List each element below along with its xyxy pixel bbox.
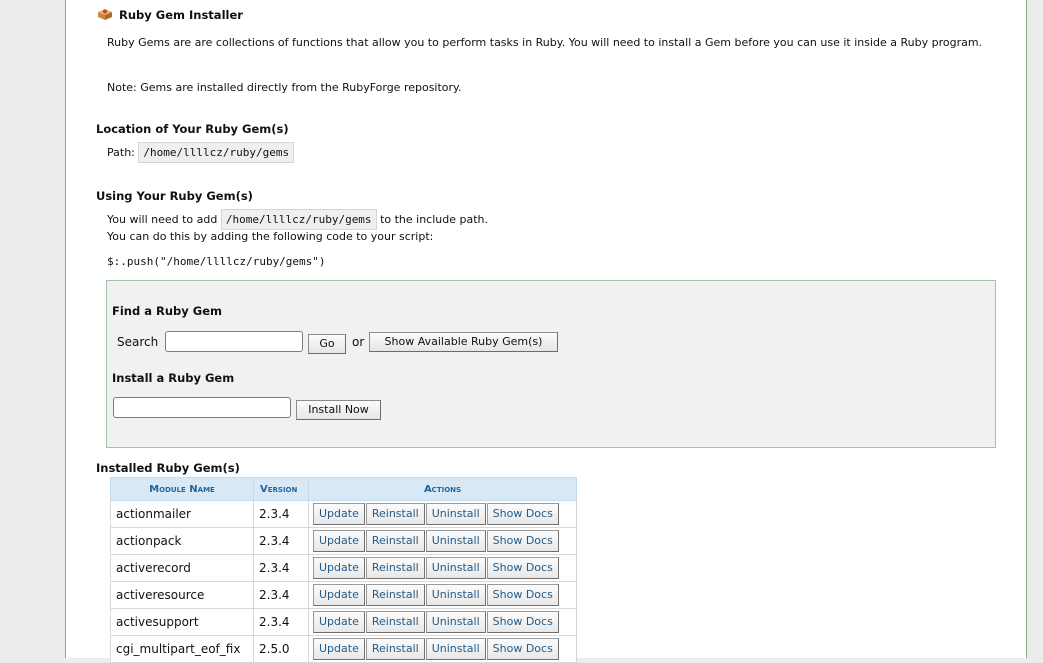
show-docs-button[interactable]: Show Docs <box>486 638 559 660</box>
gem-actions: Update Reinstall Uninstall Show Docs <box>308 527 577 555</box>
table-row: cgi_multipart_eof_fix 2.5.0 Update Reinstal… <box>110 635 577 663</box>
table-row: actionpack 2.3.4 Update Reinstall Uninstall S… <box>110 527 577 555</box>
table-row: actionmailer 2.3.4 Update Reinstall Uninstal… <box>110 500 577 528</box>
table-row: activesupport 2.3.4 Update Reinstall Uninsta… <box>110 608 577 636</box>
or-label: or <box>352 335 365 349</box>
include-path-line: You will need to add /home/llllcz/ruby/g… <box>107 209 488 230</box>
find-heading: Find a Ruby Gem <box>112 304 222 318</box>
update-button[interactable]: Update <box>313 611 365 633</box>
gem-version: 2.3.4 <box>253 581 309 609</box>
location-path-row: Path: /home/llllcz/ruby/gems <box>107 142 295 163</box>
update-button[interactable]: Update <box>313 557 365 579</box>
update-button[interactable]: Update <box>313 638 365 660</box>
gem-version: 2.3.4 <box>253 527 309 555</box>
path-label: Path: <box>107 146 135 159</box>
gem-path: /home/llllcz/ruby/gems <box>138 142 295 163</box>
include-code: $:.push("/home/llllcz/ruby/gems") <box>107 255 326 268</box>
gem-actions: Update Reinstall Uninstall Show Docs <box>308 635 577 663</box>
install-heading: Install a Ruby Gem <box>112 371 235 385</box>
reinstall-button[interactable]: Reinstall <box>365 584 425 606</box>
gem-actions: Update Reinstall Uninstall Show Docs <box>308 554 577 582</box>
table-row: activerecord 2.3.4 Update Reinstall Uninstal… <box>110 554 577 582</box>
page-title: Ruby Gem Installer <box>119 8 243 22</box>
gem-name: actionpack <box>110 527 254 555</box>
show-docs-button[interactable]: Show Docs <box>486 611 559 633</box>
gem-name: actionmailer <box>110 500 254 528</box>
include-path: /home/llllcz/ruby/gems <box>220 209 377 230</box>
update-button[interactable]: Update <box>313 503 365 525</box>
show-available-button[interactable]: Show Available Ruby Gem(s) <box>369 332 558 352</box>
gem-actions: Update Reinstall Uninstall Show Docs <box>308 581 577 609</box>
include-text-post: to the include path. <box>380 213 489 226</box>
gem-name: activesupport <box>110 608 254 636</box>
uninstall-button[interactable]: Uninstall <box>425 530 486 552</box>
gem-actions: Update Reinstall Uninstall Show Docs <box>308 500 577 528</box>
find-install-box: Find a Ruby Gem Search Go or Show Availa… <box>106 280 996 448</box>
search-input[interactable] <box>165 331 303 352</box>
go-button[interactable]: Go <box>308 334 346 354</box>
install-gem-input[interactable] <box>113 397 291 418</box>
installed-heading: Installed Ruby Gem(s) <box>96 461 240 475</box>
uninstall-button[interactable]: Uninstall <box>425 638 486 660</box>
gem-version: 2.3.4 <box>253 554 309 582</box>
gem-name: activeresource <box>110 581 254 609</box>
reinstall-button[interactable]: Reinstall <box>365 638 425 660</box>
gem-name: cgi_multipart_eof_fix <box>110 635 254 663</box>
gem-version: 2.3.4 <box>253 608 309 636</box>
uninstall-button[interactable]: Uninstall <box>425 611 486 633</box>
reinstall-button[interactable]: Reinstall <box>365 611 425 633</box>
gem-actions: Update Reinstall Uninstall Show Docs <box>308 608 577 636</box>
show-docs-button[interactable]: Show Docs <box>486 530 559 552</box>
main-panel: Ruby Gem Installer Ruby Gems are are col… <box>65 0 1027 663</box>
reinstall-button[interactable]: Reinstall <box>365 503 425 525</box>
show-docs-button[interactable]: Show Docs <box>486 557 559 579</box>
gem-box-icon <box>98 9 112 20</box>
uninstall-button[interactable]: Uninstall <box>425 557 486 579</box>
column-version: Version <box>253 477 309 501</box>
install-now-button[interactable]: Install Now <box>296 400 381 420</box>
reinstall-button[interactable]: Reinstall <box>365 530 425 552</box>
show-docs-button[interactable]: Show Docs <box>486 584 559 606</box>
table-row: activeresource 2.3.4 Update Reinstall Uninst… <box>110 581 577 609</box>
gem-version: 2.3.4 <box>253 500 309 528</box>
reinstall-button[interactable]: Reinstall <box>365 557 425 579</box>
column-actions: Actions <box>308 477 577 501</box>
include-text-pre: You will need to add <box>107 213 218 226</box>
installed-gems-table: Module Name Version Actions actionmailer… <box>110 477 577 663</box>
using-heading: Using Your Ruby Gem(s) <box>96 189 253 203</box>
uninstall-button[interactable]: Uninstall <box>425 503 486 525</box>
gem-version: 2.5.0 <box>253 635 309 663</box>
location-heading: Location of Your Ruby Gem(s) <box>96 122 289 136</box>
intro-text: Ruby Gems are are collections of functio… <box>107 36 983 49</box>
gem-name: activerecord <box>110 554 254 582</box>
uninstall-button[interactable]: Uninstall <box>425 584 486 606</box>
column-module-name: Module Name <box>110 477 254 501</box>
intro-note: Note: Gems are installed directly from t… <box>107 81 462 94</box>
table-header-row: Module Name Version Actions <box>110 477 577 501</box>
update-button[interactable]: Update <box>313 530 365 552</box>
update-button[interactable]: Update <box>313 584 365 606</box>
show-docs-button[interactable]: Show Docs <box>486 503 559 525</box>
include-instructions: You can do this by adding the following … <box>107 230 434 243</box>
search-label: Search <box>117 335 159 349</box>
